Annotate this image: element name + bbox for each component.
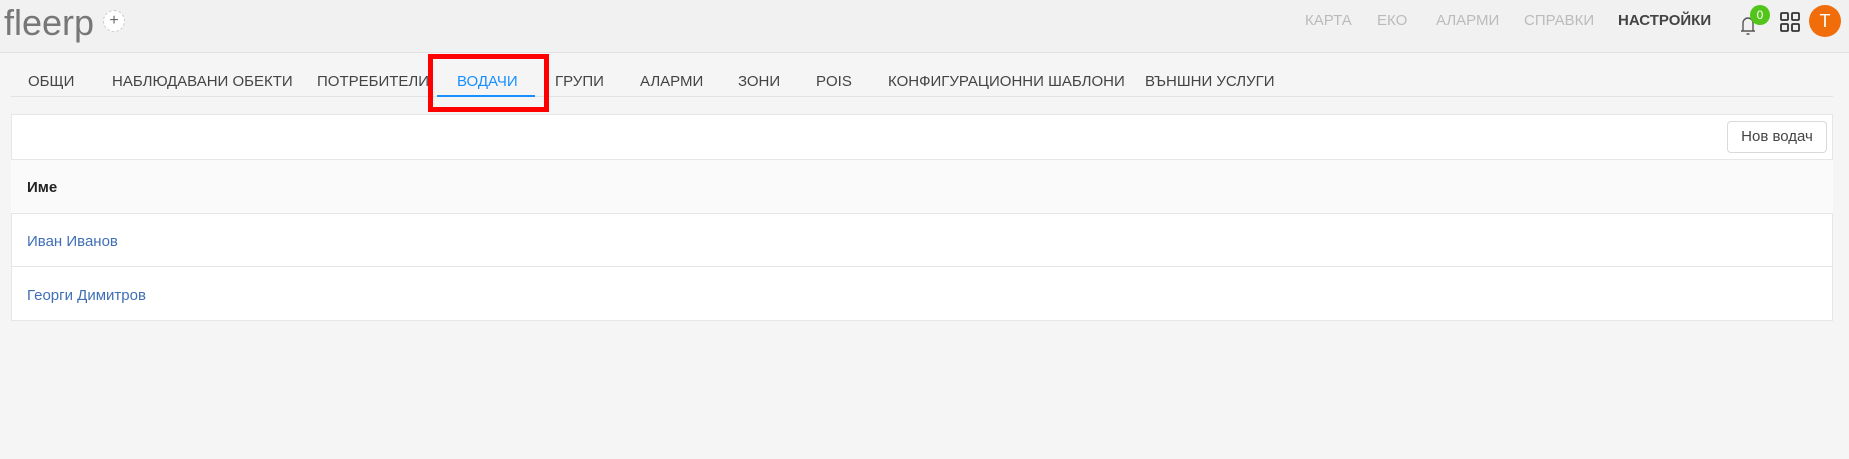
nav-eco[interactable]: ЕКО [1377,12,1407,29]
tab-external-services[interactable]: ВЪНШНИ УСЛУГИ [1145,73,1275,90]
tab-general[interactable]: ОБЩИ [28,73,74,90]
tab-monitored-objects[interactable]: НАБЛЮДАВАНИ ОБЕКТИ [112,73,293,90]
logo[interactable]: fleerp [4,2,94,44]
tab-users[interactable]: ПОТРЕБИТЕЛИ [317,73,429,90]
tab-config-templates[interactable]: КОНФИГУРАЦИОННИ ШАБЛОНИ [888,73,1125,90]
tab-zones[interactable]: ЗОНИ [738,73,780,90]
table-header [11,159,1833,213]
driver-link[interactable]: Иван Иванов [27,233,118,250]
highlight-box [428,54,549,112]
tab-pois[interactable]: POIS [816,73,852,90]
nav-map[interactable]: КАРТА [1305,12,1352,29]
apps-grid-icon[interactable] [1780,12,1800,32]
driver-link[interactable]: Георги Димитров [27,287,146,304]
notification-badge: 0 [1750,5,1770,25]
table-row [11,213,1833,267]
new-driver-button[interactable]: Нов водач [1727,121,1827,153]
add-icon[interactable]: + [103,10,125,32]
tab-alarms[interactable]: АЛАРМИ [640,73,703,90]
column-header-name[interactable]: Име [27,179,57,196]
nav-alarms[interactable]: АЛАРМИ [1436,12,1499,29]
avatar[interactable]: T [1809,5,1841,37]
nav-settings[interactable]: НАСТРОЙКИ [1618,12,1711,29]
table-row [11,266,1833,321]
nav-reports[interactable]: СПРАВКИ [1524,12,1594,29]
tab-groups[interactable]: ГРУПИ [555,73,604,90]
